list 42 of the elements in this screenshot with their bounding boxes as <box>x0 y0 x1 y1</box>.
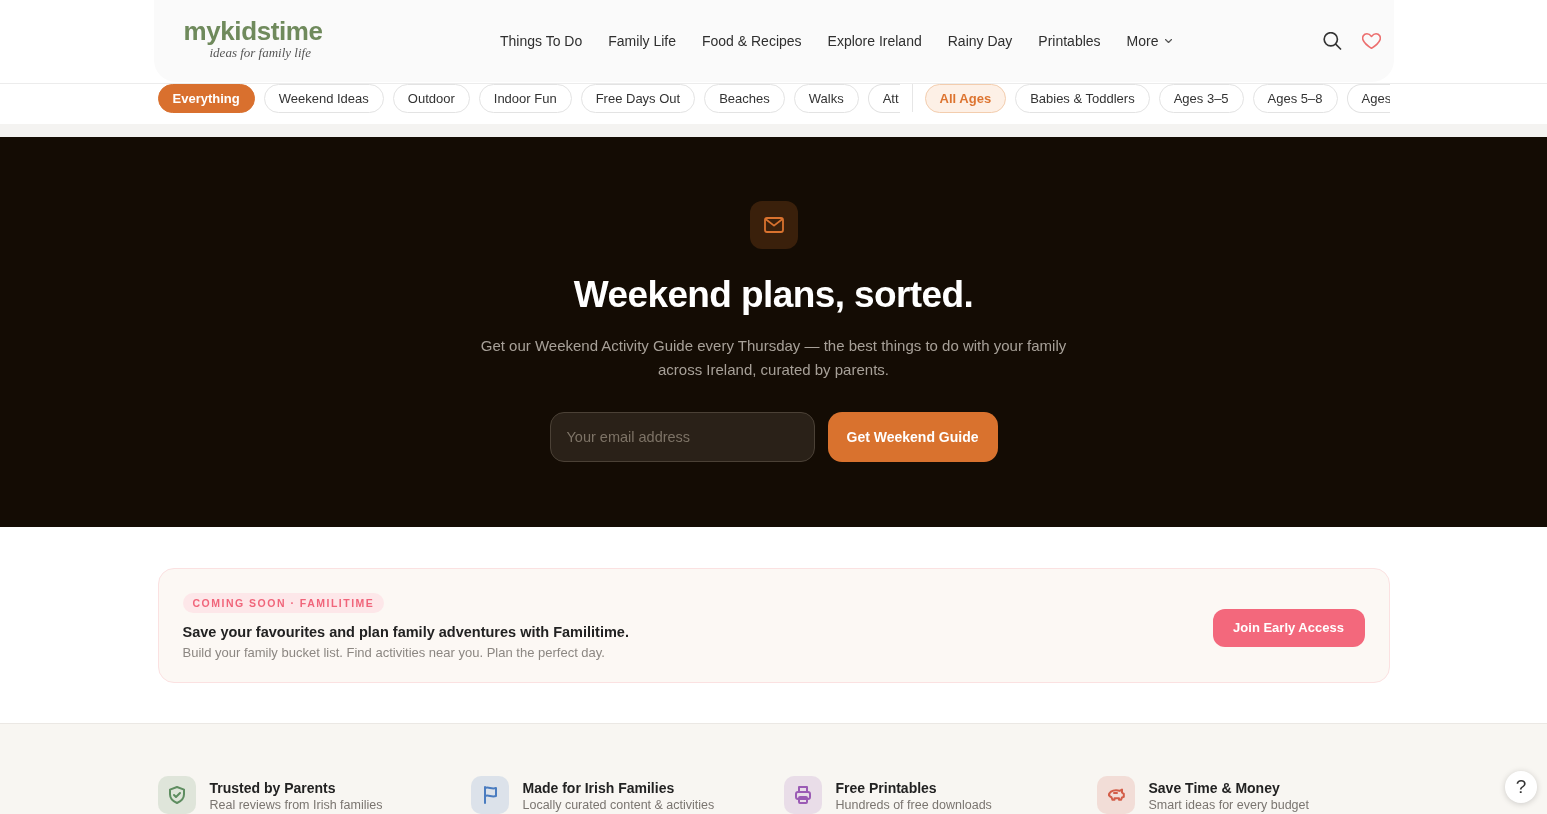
shield-check-icon <box>157 776 196 814</box>
nav-link[interactable]: Family Life <box>608 33 676 49</box>
nav-link[interactable]: Rainy Day <box>947 33 1013 49</box>
feature-subtitle: Real reviews from Irish families <box>209 797 383 813</box>
nav-link[interactable]: Food & Recipes <box>701 33 802 49</box>
promo-subtitle: Build your family bucket list. Find activities near you. Plan the perfect day. <box>182 644 605 662</box>
feature-title: Free Printables <box>835 779 938 797</box>
piggy-bank-icon <box>1096 776 1135 814</box>
nav-link[interactable]: Things To Do <box>500 33 583 49</box>
age-filter-chip[interactable]: Babies & Toddlers <box>1015 84 1150 113</box>
filter-chip[interactable]: Beaches <box>704 84 785 113</box>
search-icon <box>1322 32 1342 50</box>
feature-title: Made for Irish Families <box>522 779 676 797</box>
promo-tag: COMING SOON · FAMILITIME <box>182 593 385 613</box>
filter-chip[interactable]: Outdoor <box>392 84 470 113</box>
newsletter-heading: Weekend plans, sorted. <box>573 273 974 317</box>
flag-icon <box>470 776 509 814</box>
heart-icon <box>1361 32 1381 50</box>
filter-chip[interactable]: Indoor Fun <box>478 84 572 113</box>
feature-subtitle: Hundreds of free downloads <box>835 797 992 813</box>
feature-title: Trusted by Parents <box>209 779 337 797</box>
nav-link[interactable]: Printables <box>1038 33 1101 49</box>
feature-title: Save Time & Money <box>1148 779 1281 797</box>
site-logo[interactable]: mykidstime ideas for family life <box>183 17 323 61</box>
email-field[interactable]: Your email address <box>549 412 815 462</box>
favorites-button[interactable] <box>1360 31 1382 51</box>
search-button[interactable] <box>1321 31 1343 51</box>
nav-link[interactable]: Explore Ireland <box>827 33 922 49</box>
age-filter-chip[interactable]: Ages 3–5 <box>1158 84 1244 113</box>
feature-subtitle: Locally curated content & activities <box>522 797 715 813</box>
newsletter-description: Get our Weekend Activity Guide every Thursday — the best things to do with your family across Ireland, curated by parents. <box>479 336 1068 380</box>
age-filter-chip[interactable]: Ages 5–8 <box>1252 84 1338 113</box>
mail-icon <box>749 201 798 249</box>
nav-link[interactable]: More <box>1126 33 1172 49</box>
printer-icon <box>783 776 822 814</box>
filter-chip[interactable]: Walks <box>793 84 859 113</box>
filter-chip[interactable]: Att <box>867 84 900 113</box>
filter-chip[interactable]: Weekend Ideas <box>263 84 384 113</box>
feature-subtitle: Smart ideas for every budget <box>1148 797 1309 813</box>
promo-title: Save your favourites and plan family adventures with Familitime. <box>182 623 629 642</box>
filter-chip[interactable]: Free Days Out <box>580 84 696 113</box>
chevron-down-icon <box>1164 39 1172 43</box>
